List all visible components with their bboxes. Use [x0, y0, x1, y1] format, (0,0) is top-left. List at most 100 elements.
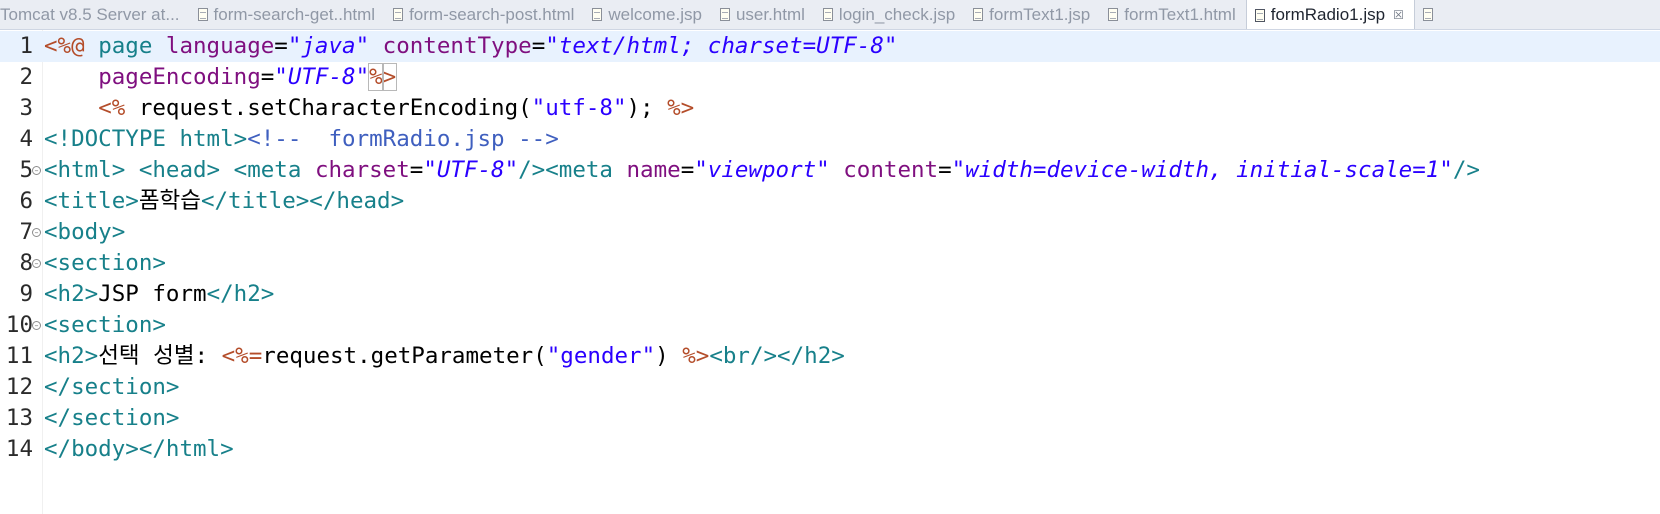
fold-toggle-icon[interactable]: – — [32, 166, 41, 175]
code-line[interactable]: 14 </body></html> — [0, 434, 1660, 465]
editor-tab[interactable]: formRadio1.jsp ☒ — [1245, 0, 1415, 29]
code-line[interactable]: 2 pageEncoding="UTF-8"%> — [0, 62, 1660, 93]
editor-tab-overflow[interactable] — [1415, 0, 1449, 29]
code-line[interactable]: 5– <html> <head> <meta charset="UTF-8"/><… — [0, 155, 1660, 186]
fold-toggle-icon[interactable]: – — [32, 228, 41, 237]
code-line[interactable]: 12 </section> — [0, 372, 1660, 403]
editor-tab-label: welcome.jsp — [608, 4, 702, 24]
editor-tab[interactable]: user.html — [712, 0, 815, 29]
code-token: ) — [655, 343, 683, 369]
code-token: <head> — [138, 157, 221, 183]
code-line[interactable]: 4 <!DOCTYPE html><!-- formRadio.jsp --> — [0, 124, 1660, 155]
code-token: </title></head> — [200, 188, 405, 214]
editor-tab-label: login_check.jsp — [838, 4, 956, 24]
editor-tab-label: form-search-post.html — [409, 4, 575, 24]
line-number: 3 — [19, 95, 33, 121]
code-token: 폼학습 — [138, 188, 201, 214]
file-icon — [973, 8, 984, 21]
code-token: "width=device-width, initial-scale=1" — [951, 157, 1453, 183]
code-token: <body> — [44, 219, 126, 245]
fold-toggle-icon[interactable]: – — [32, 259, 41, 268]
code-token: </section> — [44, 405, 180, 431]
code-line[interactable]: 10– <section> — [0, 310, 1660, 341]
code-token: "java" — [287, 33, 370, 59]
editor-tab[interactable]: login_check.jsp — [815, 0, 965, 29]
code-line[interactable]: 11 <h2>선택 성별: <%=request.getParameter("ge… — [0, 341, 1660, 372]
file-icon — [1422, 8, 1433, 21]
code-token: % — [368, 63, 384, 91]
code-line[interactable]: 8– <section> — [0, 248, 1660, 279]
code-text: <section> — [44, 310, 166, 341]
line-number: 13 — [5, 405, 33, 431]
file-icon — [197, 8, 208, 21]
code-token: language — [165, 33, 275, 59]
line-number: 2 — [19, 64, 33, 90]
code-line[interactable]: 1 <%@ page language="java" contentType="t… — [0, 31, 1660, 62]
code-token: name — [626, 157, 681, 183]
line-number: 7 — [19, 219, 33, 245]
editor-tab-label: form-search-get..html — [213, 4, 376, 24]
code-token: /><meta — [518, 157, 613, 183]
code-token: </body></html> — [44, 436, 234, 462]
code-line[interactable]: 9 <h2>JSP form</h2> — [0, 279, 1660, 310]
code-text: <title>폼학습</title></head> — [44, 186, 404, 217]
code-token: page — [98, 33, 153, 59]
line-number: 14 — [5, 436, 33, 462]
code-text: <%@ page language="java" contentType="te… — [44, 31, 897, 62]
code-token: 선택 성별: — [98, 343, 222, 369]
code-token: = — [680, 157, 695, 183]
line-number: 4 — [19, 126, 33, 152]
code-text: <h2>선택 성별: <%=request.getParameter("gend… — [44, 341, 845, 372]
code-token: = — [409, 157, 424, 183]
editor-tab-label: Tomcat v8.5 Server at... — [0, 4, 180, 24]
code-line[interactable]: 3 <% request.setCharacterEncoding("utf-8… — [0, 93, 1660, 124]
file-icon — [1254, 8, 1265, 22]
code-token: <!-- formRadio.jsp --> — [247, 126, 559, 152]
editor-tab[interactable]: form-search-post.html — [385, 0, 584, 29]
code-text: <!DOCTYPE html><!-- formRadio.jsp --> — [44, 124, 559, 155]
code-token: pageEncoding — [98, 64, 261, 90]
code-token: > — [381, 63, 398, 91]
code-editor[interactable]: 1 <%@ page language="java" contentType="t… — [0, 30, 1660, 514]
editor-tab[interactable]: formText1.html — [1100, 0, 1245, 29]
editor-tab[interactable]: form-search-get..html — [190, 0, 386, 29]
file-icon — [719, 8, 730, 21]
editor-tab[interactable]: Tomcat v8.5 Server at... — [0, 0, 190, 29]
file-icon — [592, 8, 603, 21]
code-text: </section> — [44, 372, 179, 403]
code-text: <h2>JSP form</h2> — [44, 279, 274, 310]
line-number: 6 — [19, 188, 33, 214]
fold-toggle-icon[interactable]: – — [32, 321, 41, 330]
code-line[interactable]: 7– <body> — [0, 217, 1660, 248]
code-token: = — [938, 157, 952, 183]
line-number: 12 — [5, 374, 33, 400]
editor-tab-label: formRadio1.jsp — [1270, 5, 1386, 24]
code-token: "viewport" — [694, 157, 830, 183]
code-token: content — [843, 157, 939, 183]
editor-tab-label: user.html — [735, 4, 805, 24]
code-line[interactable]: 6 <title>폼학습</title></head> — [0, 186, 1660, 217]
close-icon[interactable]: ☒ — [1393, 9, 1404, 21]
code-token: <%@ — [44, 33, 85, 59]
code-text: <section> — [44, 248, 166, 279]
code-token: = — [531, 33, 546, 59]
code-token: <section> — [44, 312, 166, 338]
code-token: <meta — [233, 157, 302, 183]
editor-tab[interactable]: formText1.jsp — [965, 0, 1100, 29]
code-line[interactable]: 13 </section> — [0, 403, 1660, 434]
code-token: contentType — [382, 33, 532, 59]
code-token: "utf-8" — [531, 95, 627, 121]
code-token: %> — [667, 95, 695, 121]
code-token: JSP form — [98, 281, 207, 307]
file-icon — [822, 8, 833, 21]
editor-tab[interactable]: welcome.jsp — [584, 0, 712, 29]
code-token: "text/html; charset=UTF-8" — [545, 33, 898, 59]
code-text: <% request.setCharacterEncoding("utf-8")… — [44, 93, 694, 124]
code-token: request.getParameter( — [262, 343, 547, 369]
